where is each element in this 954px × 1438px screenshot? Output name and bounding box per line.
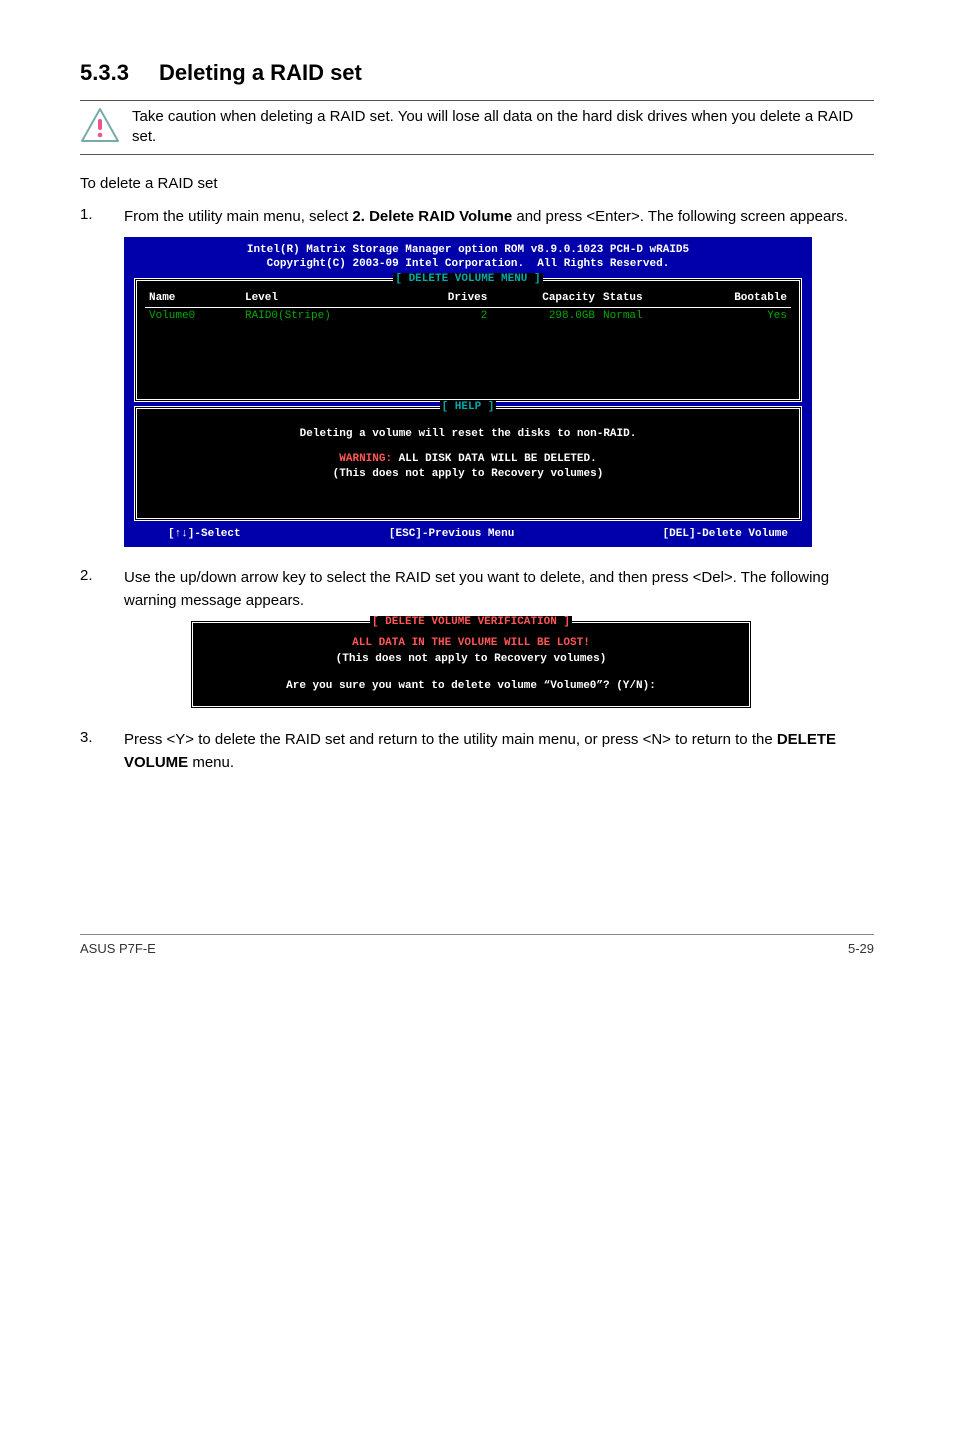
step-text: Use the up/down arrow key to select the … [124, 567, 874, 612]
cell-status: Normal [599, 307, 683, 324]
step3-text-a: Press <Y> to delete the RAID set and ret… [124, 731, 777, 748]
table-header-row: Name Level Drives Capacity Status Bootab… [145, 291, 791, 307]
caution-icon [80, 107, 120, 148]
verify-line1: ALL DATA IN THE VOLUME WILL BE LOST! [201, 635, 741, 652]
section-number: 5.3.3 [80, 60, 129, 85]
step-2: 2. Use the up/down arrow key to select t… [80, 567, 874, 612]
volume-table: Name Level Drives Capacity Status Bootab… [145, 291, 791, 325]
cell-drives: 2 [407, 307, 491, 324]
help-body: Deleting a volume will reset the disks t… [145, 419, 791, 514]
footer-right: 5-29 [848, 941, 874, 956]
footer-esc: [ESC]-Previous Menu [389, 527, 514, 542]
caution-box: Take caution when deleting a RAID set. Y… [80, 100, 874, 155]
col-level: Level [241, 291, 407, 307]
bios-header-line2: Copyright(C) 2003-09 Intel Corporation. … [267, 258, 670, 270]
step-number: 3. [80, 729, 124, 774]
col-status: Status [599, 291, 683, 307]
page-footer: ASUS P7F-E 5-29 [80, 934, 874, 956]
step-text: Press <Y> to delete the RAID set and ret… [124, 729, 874, 774]
section-title: Deleting a RAID set [159, 60, 362, 85]
cell-name: Volume0 [145, 307, 241, 324]
help-warning-line: WARNING: ALL DISK DATA WILL BE DELETED. [149, 452, 787, 467]
verify-body: ALL DATA IN THE VOLUME WILL BE LOST! (Th… [201, 635, 741, 695]
step-1: 1. From the utility main menu, select 2.… [80, 206, 874, 229]
verify-title: [ DELETE VOLUME VERIFICATION ] [201, 614, 741, 631]
verify-dialog: [ DELETE VOLUME VERIFICATION ] ALL DATA … [190, 620, 752, 709]
step-text: From the utility main menu, select 2. De… [124, 206, 848, 229]
col-name: Name [145, 291, 241, 307]
verify-line3: Are you sure you want to delete volume “… [201, 678, 741, 695]
section-heading: 5.3.3 Deleting a RAID set [80, 60, 874, 86]
cell-capacity: 298.0GB [491, 307, 599, 324]
bios-header-line1: Intel(R) Matrix Storage Manager option R… [247, 244, 689, 256]
step1-bold: 2. Delete RAID Volume [352, 208, 512, 225]
help-title: [ HELP ] [145, 400, 791, 415]
bios-footer: [↑↓]-Select [ESC]-Previous Menu [DEL]-De… [128, 525, 808, 544]
step-number: 1. [80, 206, 124, 229]
cell-level: RAID0(Stripe) [241, 307, 407, 324]
caution-text: Take caution when deleting a RAID set. Y… [132, 107, 874, 148]
step3-text-b: menu. [188, 754, 234, 771]
cell-bootable: Yes [683, 307, 791, 324]
bios-screen: Intel(R) Matrix Storage Manager option R… [124, 237, 812, 548]
footer-del: [DEL]-Delete Volume [663, 527, 788, 542]
footer-left: ASUS P7F-E [80, 941, 156, 956]
help-panel: [ HELP ] Deleting a volume will reset th… [134, 406, 802, 520]
step-3: 3. Press <Y> to delete the RAID set and … [80, 729, 874, 774]
delete-menu-title: [ DELETE VOLUME MENU ] [145, 272, 791, 287]
step1-text-a: From the utility main menu, select [124, 208, 352, 225]
help-line1: Deleting a volume will reset the disks t… [149, 427, 787, 442]
col-drives: Drives [407, 291, 491, 307]
step1-text-b: and press <Enter>. The following screen … [512, 208, 848, 225]
verify-line2: (This does not apply to Recovery volumes… [201, 651, 741, 668]
warning-prefix: WARNING: [339, 453, 392, 465]
help-line3: (This does not apply to Recovery volumes… [149, 467, 787, 482]
delete-volume-panel: [ DELETE VOLUME MENU ] Name Level Drives… [134, 278, 802, 402]
step-number: 2. [80, 567, 124, 612]
table-row[interactable]: Volume0 RAID0(Stripe) 2 298.0GB Normal Y… [145, 307, 791, 324]
intro-text: To delete a RAID set [80, 173, 874, 194]
col-capacity: Capacity [491, 291, 599, 307]
warning-rest: ALL DISK DATA WILL BE DELETED. [392, 453, 597, 465]
col-bootable: Bootable [683, 291, 791, 307]
footer-select: [↑↓]-Select [168, 527, 241, 542]
